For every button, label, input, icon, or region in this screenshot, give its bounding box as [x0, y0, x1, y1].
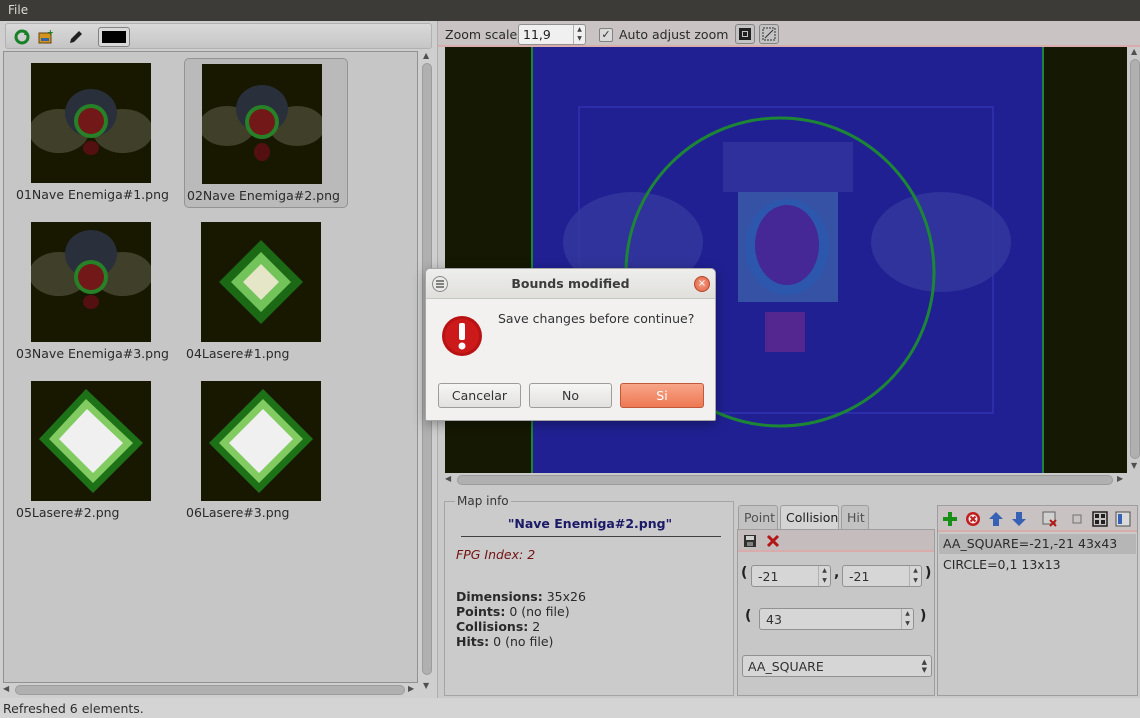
error-icon	[441, 315, 483, 357]
bounds-modified-dialog: Bounds modified × Save changes before co…	[425, 268, 716, 421]
no-button[interactable]: No	[529, 383, 612, 408]
close-icon[interactable]: ×	[694, 276, 710, 292]
dialog-titlebar: Bounds modified ×	[426, 269, 715, 299]
yes-button[interactable]: Si	[620, 383, 704, 408]
cancel-button[interactable]: Cancelar	[438, 383, 521, 408]
dialog-title: Bounds modified	[511, 276, 630, 291]
dialog-message: Save changes before continue?	[498, 311, 695, 326]
status-text: Refreshed 6 elements.	[3, 701, 144, 716]
status-bar: Refreshed 6 elements.	[0, 698, 1140, 718]
file-menu[interactable]: File	[8, 3, 28, 17]
menubar: File	[0, 0, 1140, 21]
